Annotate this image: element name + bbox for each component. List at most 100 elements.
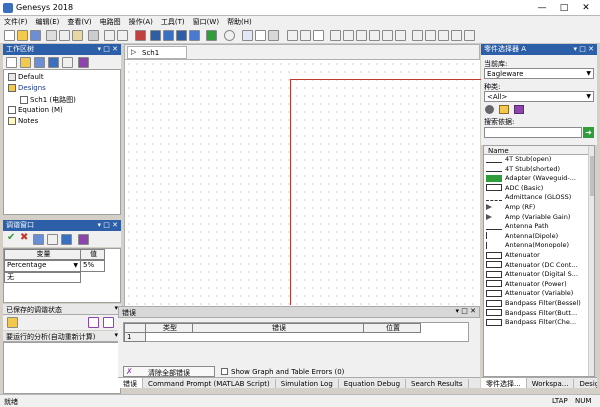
list-item[interactable]: Antenna(Dipole) [484, 232, 588, 242]
tab-errors[interactable]: 错误 [118, 378, 143, 388]
scrollbar-thumb[interactable] [590, 156, 594, 196]
ground-icon[interactable] [451, 30, 462, 41]
value-field[interactable]: 5% [80, 260, 105, 272]
probe-icon[interactable] [300, 30, 311, 41]
zoom-in-icon[interactable] [356, 30, 367, 41]
layout-icon[interactable] [189, 30, 200, 41]
graph-icon[interactable] [163, 30, 174, 41]
library-select[interactable]: Eagleware ▼ [484, 68, 594, 79]
refresh-icon[interactable] [62, 57, 73, 68]
library-book-icon[interactable] [514, 105, 524, 114]
variable-select[interactable]: Percentage ▼ [4, 260, 81, 272]
filter-go-icon[interactable]: ➜ [583, 127, 594, 138]
state-clear-icon[interactable] [103, 317, 114, 328]
folder-icon[interactable] [499, 105, 509, 114]
grid-icon[interactable] [313, 30, 324, 41]
mirror-icon[interactable] [438, 30, 449, 41]
tab-command-prompt[interactable]: Command Prompt (MATLAB Script) [143, 379, 276, 388]
filter-input[interactable] [484, 127, 582, 138]
tab-simulation-log[interactable]: Simulation Log [276, 379, 339, 388]
list-item[interactable]: Amp (Variable Gain) [484, 213, 588, 223]
tune-list-icon[interactable] [33, 234, 44, 245]
list-item[interactable]: Bandpass Filter(Butt... [484, 309, 588, 319]
menu-window[interactable]: 窗口(W) [189, 16, 223, 27]
tune-graph-icon[interactable] [61, 234, 72, 245]
pointer-icon[interactable] [330, 30, 341, 41]
tab-sch1[interactable]: ▷ Sch1 [127, 46, 187, 59]
tree-item-designs[interactable]: Designs [8, 84, 46, 92]
list-item[interactable]: Adapter (Waveguid-... [484, 174, 588, 184]
run-icon[interactable] [206, 30, 217, 41]
cut-icon[interactable] [46, 30, 57, 41]
check-icon[interactable]: ✔ [7, 232, 15, 243]
panel-buttons[interactable]: ▾ □ ✕ [98, 220, 118, 231]
eye-icon[interactable] [287, 30, 298, 41]
show-errors-checkbox[interactable] [221, 368, 228, 375]
parts-scrollbar[interactable] [588, 146, 594, 376]
tune-down-icon[interactable] [47, 234, 58, 245]
list-item[interactable]: ADC (Basic) [484, 184, 588, 194]
stop-icon[interactable] [224, 30, 235, 41]
list-item[interactable]: Attenuator [484, 251, 588, 261]
list-item[interactable]: Bandpass Filter(Bessel) [484, 299, 588, 309]
tune-lib-icon[interactable] [78, 234, 89, 245]
open-icon[interactable] [17, 30, 28, 41]
tune-icon[interactable] [135, 30, 146, 41]
menu-view[interactable]: 查看(V) [63, 16, 95, 27]
analysis-list[interactable] [3, 342, 121, 394]
info-icon[interactable] [485, 105, 494, 114]
folder-icon[interactable] [20, 57, 31, 68]
list-item[interactable]: Attenuator (Power) [484, 280, 588, 290]
close-button[interactable]: ✕ [575, 1, 597, 15]
zoom-fit-icon[interactable] [150, 30, 161, 41]
menu-file[interactable]: 文件(F) [0, 16, 32, 27]
list-item[interactable]: Antenna(Monopole) [484, 241, 588, 251]
list-item[interactable]: Antenna Path [484, 222, 588, 232]
open-state-icon[interactable] [7, 317, 18, 328]
paste-icon[interactable] [72, 30, 83, 41]
flip-icon[interactable] [425, 30, 436, 41]
print-icon[interactable] [88, 30, 99, 41]
list-item[interactable]: Bandpass Filter(Che... [484, 318, 588, 328]
table-icon[interactable] [176, 30, 187, 41]
panel-buttons[interactable]: ▾ □ ✕ [574, 44, 594, 55]
tab-workspace[interactable]: Workspa... [527, 379, 575, 388]
list-item[interactable]: Attenuator (DC Cont... [484, 261, 588, 271]
list-item[interactable]: 4T Stub(shorted) [484, 165, 588, 175]
port-icon[interactable] [464, 30, 475, 41]
tab-design-view[interactable]: Design V... [574, 379, 597, 388]
select-tool-icon[interactable] [242, 30, 253, 41]
list-item[interactable]: Attenuator (Digital S... [484, 270, 588, 280]
rotate-icon[interactable] [412, 30, 423, 41]
menu-edit[interactable]: 编辑(E) [32, 16, 64, 27]
tree-item-default[interactable]: Default [8, 73, 44, 81]
save-ws-icon[interactable] [34, 57, 45, 68]
marker-icon[interactable] [255, 30, 266, 41]
save-icon[interactable] [30, 30, 41, 41]
menu-tools[interactable]: 工具(T) [157, 16, 189, 27]
list-item[interactable]: Amp (RF) [484, 203, 588, 213]
zoom-page-icon[interactable] [395, 30, 406, 41]
state-graph-icon[interactable] [88, 317, 99, 328]
panel-buttons[interactable]: ▾ □ ✕ [456, 307, 476, 315]
panel-buttons[interactable]: ▾ □ ✕ [98, 44, 118, 55]
x-icon[interactable]: ✖ [20, 232, 28, 243]
new-item-icon[interactable] [6, 57, 17, 68]
maximize-button[interactable]: □ [553, 1, 575, 15]
list-item[interactable]: Admittance (GLOSS) [484, 193, 588, 203]
tree-item-sch1[interactable]: Sch1 (电路图) [20, 95, 76, 105]
zoom-out-icon[interactable] [369, 30, 380, 41]
zoom-area-icon[interactable] [382, 30, 393, 41]
copy-icon[interactable] [59, 30, 70, 41]
redo-icon[interactable] [117, 30, 128, 41]
clear-errors-button[interactable]: ✗ 清除全部错误 [123, 366, 215, 377]
list-item[interactable]: 4T Stub(open) [484, 155, 588, 165]
tab-equation-debug[interactable]: Equation Debug [339, 379, 407, 388]
tree-item-notes[interactable]: Notes [8, 117, 38, 125]
tab-part-selector[interactable]: 零件选择... [481, 378, 527, 388]
menu-action[interactable]: 操作(A) [125, 16, 157, 27]
graph-ws-icon[interactable] [48, 57, 59, 68]
library-icon[interactable] [78, 57, 89, 68]
undo-icon[interactable] [104, 30, 115, 41]
tab-search-results[interactable]: Search Results [406, 379, 469, 388]
